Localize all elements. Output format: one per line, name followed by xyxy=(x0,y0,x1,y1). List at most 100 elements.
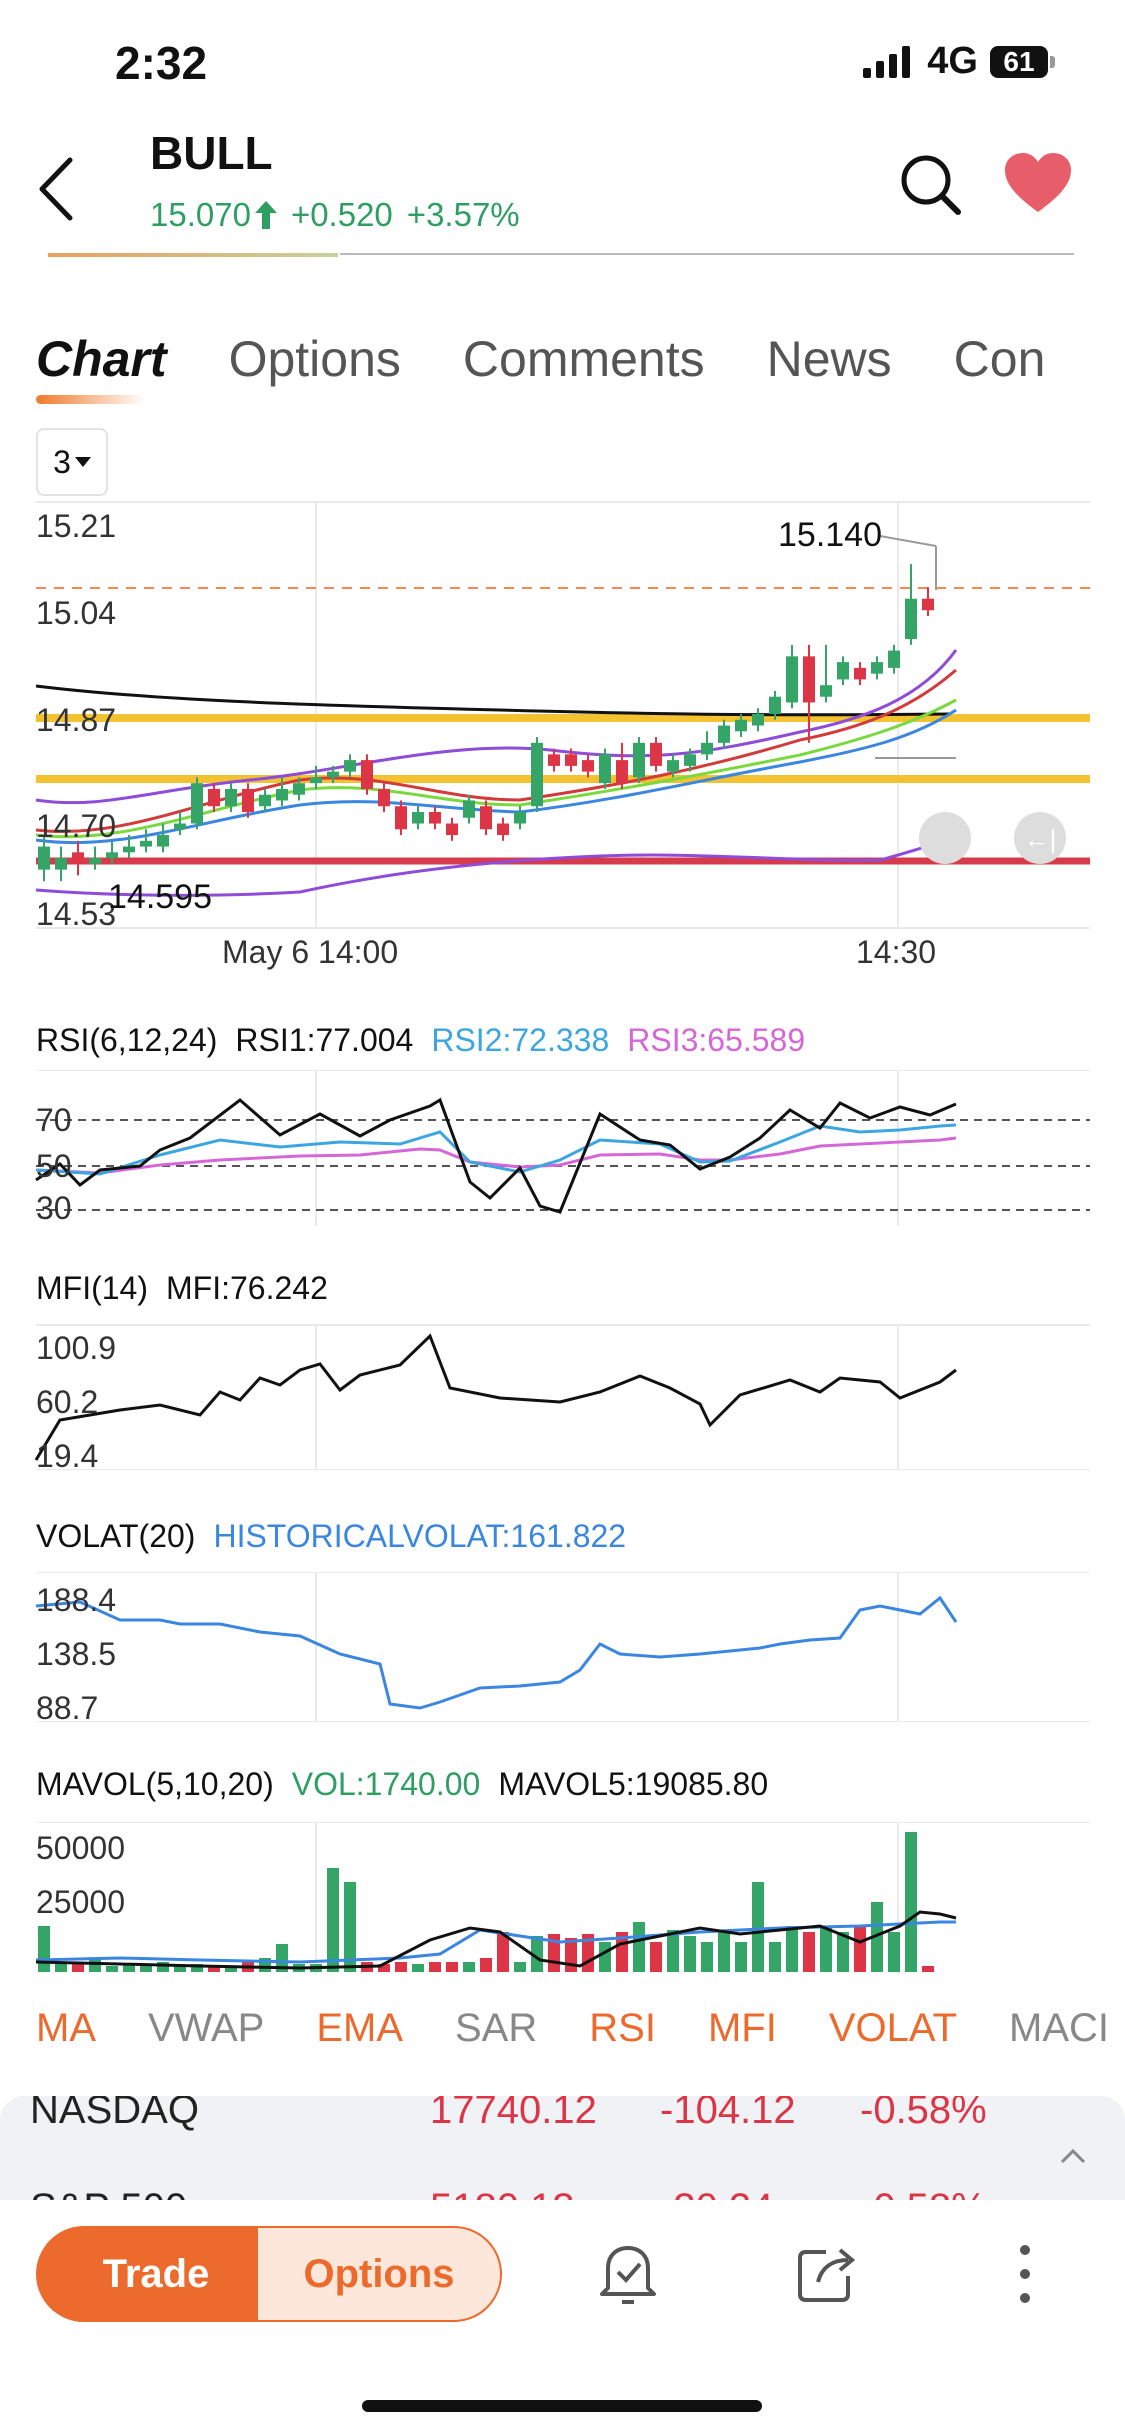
candle-body xyxy=(820,685,832,697)
candle-body xyxy=(565,754,577,766)
volume-bar xyxy=(480,1958,492,1972)
mavol-title: MAVOL(5,10,20) xyxy=(36,1766,274,1802)
tab-news[interactable]: News xyxy=(767,330,892,388)
index-row: NASDAQ 17740.12 -104.12 -0.58% xyxy=(30,2096,1040,2133)
options-button[interactable]: Options xyxy=(256,2226,502,2322)
candle-body xyxy=(395,806,407,830)
candle-body xyxy=(888,650,900,668)
mavol10-line xyxy=(35,1920,956,1964)
candle-body xyxy=(259,794,271,807)
volat-tick: 138.5 xyxy=(36,1636,117,1672)
rsi-chart[interactable] xyxy=(0,1070,1125,1230)
candle-body xyxy=(412,812,424,824)
tab-con[interactable]: Con xyxy=(954,330,1046,388)
candle-body xyxy=(599,754,611,784)
candle-body xyxy=(803,656,815,703)
indicator-mfi[interactable]: MFI xyxy=(708,2006,777,2051)
high-price-label: 15.140 xyxy=(778,516,882,554)
candle-body xyxy=(429,812,441,824)
tab-chart[interactable]: Chart xyxy=(36,330,167,404)
indicator-sar[interactable]: SAR xyxy=(455,2006,537,2051)
volume-bar xyxy=(89,1960,101,1972)
volat-tick: 188.4 xyxy=(36,1582,117,1618)
volume-bar xyxy=(905,1832,917,1972)
index-name: S&P 500 xyxy=(30,2186,430,2200)
candle-body xyxy=(497,823,509,836)
candle-body xyxy=(837,662,849,680)
x-tick: 14:30 xyxy=(856,934,937,970)
volume-bar xyxy=(667,1930,679,1972)
y-tick: 15.04 xyxy=(36,595,117,631)
candle-body xyxy=(157,835,169,847)
period-selector[interactable]: 3 xyxy=(36,428,108,496)
volat-chart[interactable] xyxy=(0,1572,1125,1722)
tab-comments[interactable]: Comments xyxy=(463,330,705,388)
volume-bar xyxy=(463,1962,475,1972)
index-change-pct: -0.58% xyxy=(860,2186,987,2200)
candle-body xyxy=(650,742,662,766)
candle-body xyxy=(854,667,866,680)
favorite-heart-icon[interactable] xyxy=(1003,152,1073,214)
indicator-rsi[interactable]: RSI xyxy=(589,2006,656,2051)
volume-bar xyxy=(769,1942,781,1972)
volume-bar xyxy=(701,1942,713,1972)
chevron-up-icon[interactable] xyxy=(1060,2148,1086,2164)
index-change: -104.12 xyxy=(660,2096,796,2132)
svg-text:←|: ←| xyxy=(1024,824,1057,854)
candle-body xyxy=(276,788,288,801)
indicator-vwap[interactable]: VWAP xyxy=(148,2006,264,2051)
volume-bar xyxy=(633,1922,645,1972)
volume-bar xyxy=(854,1926,866,1972)
search-icon[interactable] xyxy=(898,152,962,216)
volume-bar xyxy=(446,1962,458,1972)
status-time: 2:32 xyxy=(115,37,208,89)
mfi-chart[interactable] xyxy=(0,1320,1125,1470)
x-tick: May 6 14:00 xyxy=(222,934,399,970)
candle-body xyxy=(72,852,84,864)
index-ticker-panel[interactable]: NASDAQ 17740.12 -104.12 -0.58% S&P 500 5… xyxy=(0,2096,1125,2200)
signal-icon xyxy=(863,45,911,78)
tab-options[interactable]: Options xyxy=(229,330,401,388)
caret-down-icon xyxy=(74,457,91,467)
candle-body xyxy=(446,823,458,836)
volat-header: VOLAT(20) HISTORICALVOLAT:161.822 xyxy=(36,1518,626,1555)
back-arrow-icon[interactable] xyxy=(36,154,76,224)
candle-body xyxy=(38,846,50,870)
home-indicator xyxy=(362,2400,762,2412)
volume-tick: 25000 xyxy=(36,1884,125,1920)
quote-line: 15.070 +0.520 +3.57% xyxy=(150,196,520,234)
status-icons: 4G 61 xyxy=(863,40,1055,83)
more-options-icon[interactable] xyxy=(1018,2244,1032,2304)
volume-bar xyxy=(395,1962,407,1972)
candle-body xyxy=(140,840,152,847)
candle-body xyxy=(531,742,543,807)
chart-reset-icon[interactable] xyxy=(919,812,971,864)
volume-bar xyxy=(429,1962,441,1972)
volume-bar xyxy=(786,1926,798,1972)
volume-chart[interactable] xyxy=(0,1822,1125,1974)
volume-bar xyxy=(412,1964,424,1972)
volume-bar xyxy=(38,1926,50,1972)
volume-bar xyxy=(327,1868,339,1972)
volume-bar xyxy=(888,1932,900,1972)
trade-button[interactable]: Trade xyxy=(36,2226,276,2322)
header-divider xyxy=(340,253,1074,255)
candle-body xyxy=(786,656,798,703)
mfi-value: MFI:76.242 xyxy=(166,1270,328,1306)
indicator-ma[interactable]: MA xyxy=(36,2006,96,2051)
candle-body xyxy=(106,852,118,859)
indicator-volat[interactable]: VOLAT xyxy=(829,2006,957,2051)
rsi-header: RSI(6,12,24) RSI1:77.004 RSI2:72.338 RSI… xyxy=(36,1022,805,1059)
indicator-macd[interactable]: MACI xyxy=(1009,2006,1109,2051)
volat-title: VOLAT(20) xyxy=(36,1518,196,1554)
share-icon[interactable] xyxy=(796,2242,856,2302)
candle-body xyxy=(463,800,475,818)
candle-body xyxy=(684,754,696,766)
price-alert-icon[interactable] xyxy=(598,2240,658,2306)
vol-value: VOL:1740.00 xyxy=(291,1766,481,1802)
indicator-ema[interactable]: EMA xyxy=(316,2006,403,2051)
candle-body xyxy=(480,806,492,830)
volume-bar xyxy=(820,1928,832,1972)
price-change-pct: +3.57% xyxy=(406,196,520,233)
price-change: +0.520 xyxy=(290,196,393,233)
